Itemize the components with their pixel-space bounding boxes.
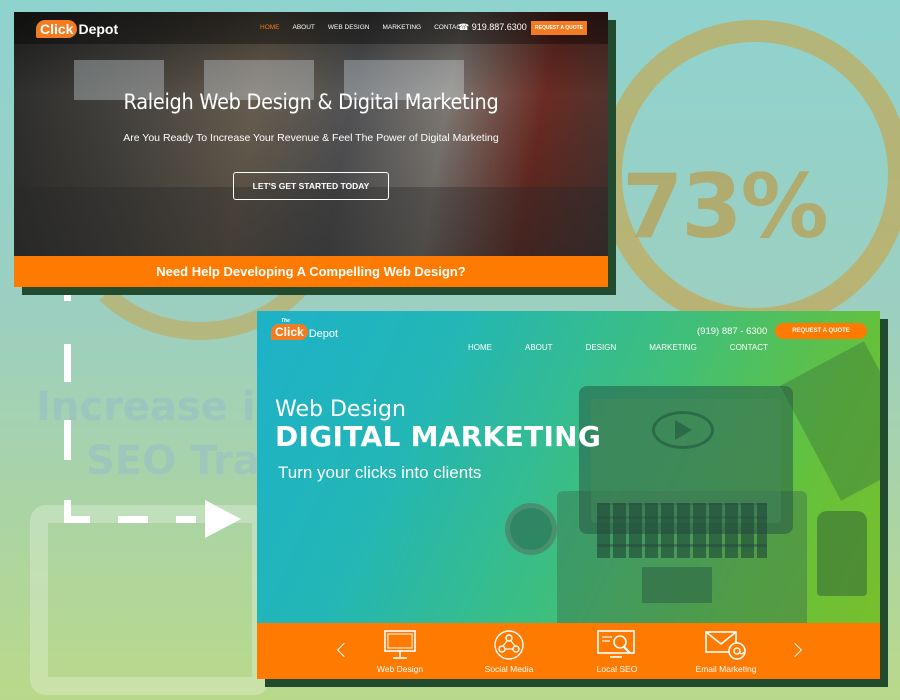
coffee-cup-illustration: [505, 503, 557, 555]
arrow-dash: [64, 285, 71, 301]
background-stat: 73%: [622, 155, 829, 258]
service-label: Social Media: [484, 664, 534, 674]
arrow-dash: [176, 516, 196, 523]
keyboard-illustration: [597, 503, 767, 558]
new-nav-menu: HOME ABOUT DESIGN MARKETING CONTACT: [468, 343, 801, 352]
service-label: Email Marketing: [695, 664, 757, 674]
social-network-icon: [494, 630, 524, 660]
logo-click: The Click: [271, 318, 308, 340]
old-nav-home[interactable]: HOME: [260, 24, 280, 31]
old-bottom-banner[interactable]: Need Help Developing A Compelling Web De…: [14, 256, 608, 287]
new-headline-small: Web Design: [275, 397, 406, 422]
new-nav-marketing[interactable]: MARKETING: [649, 343, 697, 352]
logo-depot: Depot: [78, 21, 119, 37]
hand-illustration: [817, 511, 867, 596]
old-get-started-button[interactable]: LET'S GET STARTED TODAY: [233, 172, 389, 200]
old-nav-menu: HOME ABOUT WEB DESIGN MARKETING CONTACT: [260, 24, 465, 31]
old-logo[interactable]: Click Depot: [36, 18, 118, 40]
arrow-dash: [118, 516, 148, 523]
arrow-head-icon: [205, 500, 241, 538]
old-site-screenshot: Click Depot HOME ABOUT WEB DESIGN MARKET…: [14, 12, 608, 287]
arrow-dash: [64, 516, 90, 523]
service-label: Web Design: [376, 664, 424, 674]
service-label: Local SEO: [596, 664, 638, 674]
old-nav-about[interactable]: ABOUT: [293, 24, 315, 31]
notebook-illustration: [780, 341, 880, 501]
new-site-screenshot: The Click Depot (919) 887 - 6300 REQUEST…: [257, 311, 880, 679]
search-screen-icon: [597, 630, 635, 658]
new-nav-home[interactable]: HOME: [468, 343, 492, 352]
new-headline-big: DIGITAL MARKETING: [275, 420, 602, 453]
new-nav-contact[interactable]: CONTACT: [730, 343, 768, 352]
logo-click-text: Click: [275, 325, 304, 339]
old-subheadline: Are You Ready To Increase Your Revenue &…: [123, 132, 499, 144]
logo-depot: Depot: [308, 328, 339, 340]
new-phone-link[interactable]: (919) 887 - 6300: [697, 326, 767, 337]
arrow-dash: [64, 420, 71, 460]
new-nav-design[interactable]: DESIGN: [586, 343, 617, 352]
chevron-right-icon[interactable]: [787, 642, 803, 658]
new-nav-about[interactable]: ABOUT: [525, 343, 553, 352]
touchpad-illustration: [642, 567, 712, 603]
service-email-marketing[interactable]: Email Marketing: [688, 629, 764, 674]
chevron-left-icon[interactable]: [336, 642, 352, 658]
old-nav-web-design[interactable]: WEB DESIGN: [328, 24, 370, 31]
old-phone-link[interactable]: ☎ 919.887.6300: [458, 22, 527, 33]
new-tagline: Turn your clicks into clients: [278, 463, 482, 482]
old-nav-marketing[interactable]: MARKETING: [382, 24, 421, 31]
logo-click: Click: [36, 20, 78, 38]
logo-the: The: [281, 318, 290, 324]
service-local-seo[interactable]: Local SEO: [579, 629, 655, 674]
services-bar: Web Design Social Media Local SEO Email …: [257, 623, 880, 679]
old-request-quote-button[interactable]: REQUEST A QUOTE: [531, 21, 587, 35]
old-headline: Raleigh Web Design & Digital Marketing: [123, 90, 499, 114]
play-triangle-icon: [675, 420, 692, 440]
new-request-quote-button[interactable]: REQUEST A QUOTE: [775, 323, 867, 339]
email-at-icon: [705, 631, 746, 660]
service-social-media[interactable]: Social Media: [471, 629, 547, 674]
monitor-icon: [384, 630, 416, 659]
arrow-dash: [64, 344, 71, 382]
service-web-design[interactable]: Web Design: [362, 629, 438, 674]
new-logo[interactable]: The Click Depot: [271, 318, 339, 340]
